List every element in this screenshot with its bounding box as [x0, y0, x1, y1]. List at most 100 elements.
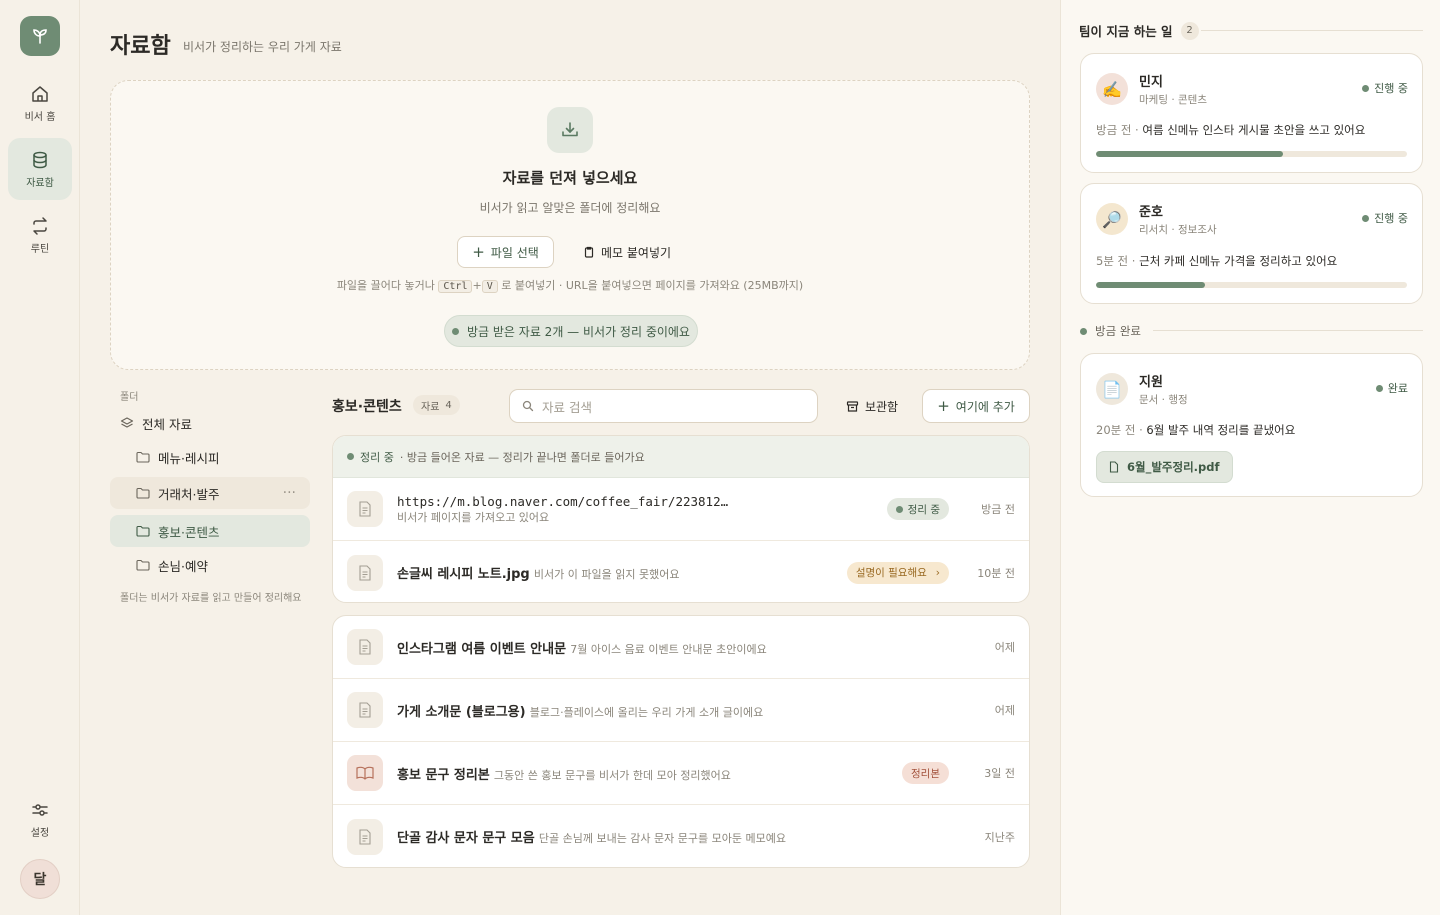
table-row[interactable]: 인스타그램 여름 이벤트 안내문 7월 아이스 음료 이벤트 안내문 초안이에요…: [333, 616, 1029, 679]
file-icon: [1109, 461, 1119, 473]
task-when: 방금 전 ·: [1096, 123, 1139, 137]
archive-box-icon: [846, 400, 859, 412]
plus-icon: +: [937, 397, 950, 415]
file-name: https://m.blog.naver.com/coffee_fair/223…: [397, 493, 729, 509]
main-area: 자료함 비서가 정리하는 우리 가게 자료 자료를 던져 넣으세요 비서가 읽고…: [80, 0, 1060, 915]
processing-text: · 방금 들어온 자료 — 정리가 끝나면 폴더로 들어가요: [399, 450, 645, 464]
folder-label: 메뉴·레시피: [158, 450, 220, 466]
page-title: 자료함: [110, 34, 171, 59]
task-when: 5분 전 ·: [1096, 254, 1136, 268]
folder-icon: [136, 525, 150, 537]
add-here-button[interactable]: + 여기에 추가: [922, 389, 1030, 423]
member-role: 리서치 · 정보조사: [1139, 224, 1217, 236]
nav-settings[interactable]: 설정: [8, 788, 72, 850]
file-name: 홍보 문구 정리본: [397, 767, 490, 783]
progress-fill: [1096, 151, 1283, 157]
task-message: 방금 전 · 여름 신메뉴 인스타 게시물 초안을 쓰고 있어요: [1096, 122, 1365, 138]
time-label: 3일 전: [984, 767, 1015, 780]
more-options-icon[interactable]: ···: [283, 485, 296, 501]
time-label: 방금 전: [981, 503, 1015, 516]
plus-icon: +: [472, 243, 485, 261]
file-description: 7월 아이스 음료 이벤트 안내문 초안이에요: [570, 642, 767, 656]
files-card: 인스타그램 여름 이벤트 안내문 7월 아이스 음료 이벤트 안내문 초안이에요…: [332, 615, 1030, 868]
document-icon: [347, 818, 383, 855]
table-row[interactable]: 단골 감사 문자 문구 모음 단골 손님께 보내는 감사 문자 문구를 모아둔 …: [333, 805, 1029, 867]
folder-label: 손님·예약: [158, 558, 208, 574]
nav-settings-label: 설정: [30, 827, 50, 839]
divider: [1201, 30, 1423, 31]
sprout-logo-icon[interactable]: [20, 16, 60, 56]
hint-plus: +: [472, 279, 482, 292]
item-count-value: 4: [445, 399, 452, 411]
task-message: 20분 전 · 6월 발주 내역 정리를 끝냈어요: [1096, 422, 1295, 438]
status-badge: 진행 중: [1362, 80, 1408, 96]
progress-bar: [1096, 282, 1407, 288]
upload-dropzone[interactable]: 자료를 던져 넣으세요 비서가 읽고 알맞은 폴더에 정리해요 + 파일 선택 …: [110, 80, 1030, 370]
status-dot-icon: [1362, 84, 1370, 92]
archive-label: 보관함: [864, 399, 899, 414]
task-text: 여름 신메뉴 인스타 게시물 초안을 쓰고 있어요: [1142, 123, 1366, 137]
folder-menu-recipe[interactable]: 메뉴·레시피: [110, 441, 310, 473]
folder-icon: [136, 487, 150, 499]
result-file-name: 6월_발주정리.pdf: [1127, 460, 1220, 474]
task-card-minji[interactable]: ✍️ 민지 마케팅 · 콘텐츠 진행 중 방금 전 · 여름 신메뉴 인스타 게…: [1080, 53, 1423, 173]
document-avatar-icon: 📄: [1096, 373, 1128, 405]
table-row[interactable]: 홍보 문구 정리본 그동안 쓴 홍보 문구를 비서가 한데 모아 정리했어요 정…: [333, 742, 1029, 805]
divider: [1153, 330, 1423, 331]
chevron-right-icon: ›: [935, 566, 940, 579]
time-label: 어제: [994, 641, 1015, 654]
status-badge: 완료: [1375, 380, 1408, 396]
ctrl-key: Ctrl: [438, 280, 473, 293]
nav-routine[interactable]: 루틴: [8, 204, 72, 266]
status-dot-icon: [895, 505, 903, 513]
member-role: 마케팅 · 콘텐츠: [1139, 94, 1207, 106]
folder-icon: [136, 451, 150, 463]
writing-hand-icon: ✍️: [1096, 73, 1128, 105]
file-name: 인스타그램 여름 이벤트 안내문: [397, 641, 567, 657]
open-book-icon: [347, 755, 383, 791]
nav-home-label: 비서 홈: [24, 111, 56, 123]
folder-all[interactable]: 전체 자료: [110, 407, 310, 439]
table-row[interactable]: 가게 소개문 (블로그용) 블로그·플레이스에 올리는 우리 가게 소개 글이에…: [333, 679, 1029, 742]
item-count-label: 자료: [421, 401, 440, 413]
nav-home[interactable]: 비서 홈: [8, 72, 72, 134]
paste-memo-button[interactable]: 메모 붙여넣기: [577, 236, 677, 268]
folder-promo-content[interactable]: 홍보·콘텐츠: [110, 515, 310, 547]
folder-icon: [136, 559, 150, 571]
needs-description-button[interactable]: 설명이 필요해요 ›: [846, 561, 949, 584]
status-dot-icon: [1375, 384, 1383, 392]
table-row[interactable]: 손글씨 레시피 노트.jpg 비서가 이 파일을 읽지 못했어요 설명이 필요해…: [333, 541, 1029, 602]
nav-library[interactable]: 자료함: [8, 138, 72, 200]
folder-guest-reservation[interactable]: 손님·예약: [110, 549, 310, 581]
file-name: 가게 소개문 (블로그용): [397, 704, 526, 720]
task-when: 20분 전 ·: [1096, 423, 1143, 437]
file-description: 그동안 쓴 홍보 문구를 비서가 한데 모아 정리했어요: [493, 768, 731, 782]
badge-label: 정리본: [911, 767, 940, 780]
badge-label: 정리 중: [907, 503, 940, 516]
select-file-button[interactable]: + 파일 선택: [457, 236, 554, 268]
file-name: 손글씨 레시피 노트.jpg: [397, 567, 530, 582]
status-badge: 진행 중: [1362, 210, 1408, 226]
task-card-junho[interactable]: 🔎 준호 리서치 · 정보조사 진행 중 5분 전 · 근처 카페 신메뉴 가격…: [1080, 183, 1423, 304]
user-avatar[interactable]: 달: [20, 859, 60, 899]
result-file-chip[interactable]: 6월_발주정리.pdf: [1096, 451, 1233, 483]
section-title: 홍보·콘텐츠: [332, 399, 402, 415]
done-caption-label: 방금 완료: [1095, 324, 1141, 338]
magnifier-icon: 🔎: [1096, 203, 1128, 235]
hint-prefix: 파일을 끌어다 놓거나: [336, 279, 435, 292]
task-card-jiwon[interactable]: 📄 지원 문서 · 행정 완료 20분 전 · 6월 발주 내역 정리를 끝냈어…: [1080, 353, 1423, 497]
document-icon: [347, 554, 383, 591]
processing-label: 정리 중: [360, 450, 394, 464]
search-input[interactable]: 자료 검색: [509, 389, 818, 423]
add-here-label: 여기에 추가: [955, 399, 1015, 414]
processing-header: 정리 중 · 방금 들어온 자료 — 정리가 끝나면 폴더로 들어가요: [333, 436, 1029, 478]
folder-vendor-order[interactable]: 거래처·발주 ···: [110, 477, 310, 509]
table-row[interactable]: https://m.blog.naver.com/coffee_fair/223…: [333, 478, 1029, 541]
team-panel: 팀이 지금 하는 일 2 ✍️ 민지 마케팅 · 콘텐츠 진행 중 방금 전 ·…: [1060, 0, 1440, 915]
archive-button[interactable]: 보관함: [832, 389, 912, 423]
folder-label: 홍보·콘텐츠: [158, 524, 220, 540]
page-subtitle: 비서가 정리하는 우리 가게 자료: [183, 40, 342, 54]
upload-status-pill[interactable]: 방금 받은 자료 2개 — 비서가 정리 중이에요: [444, 315, 698, 347]
item-count-badge: 자료 4: [413, 395, 460, 415]
processing-card: 정리 중 · 방금 들어온 자료 — 정리가 끝나면 폴더로 들어가요 http…: [332, 435, 1030, 603]
